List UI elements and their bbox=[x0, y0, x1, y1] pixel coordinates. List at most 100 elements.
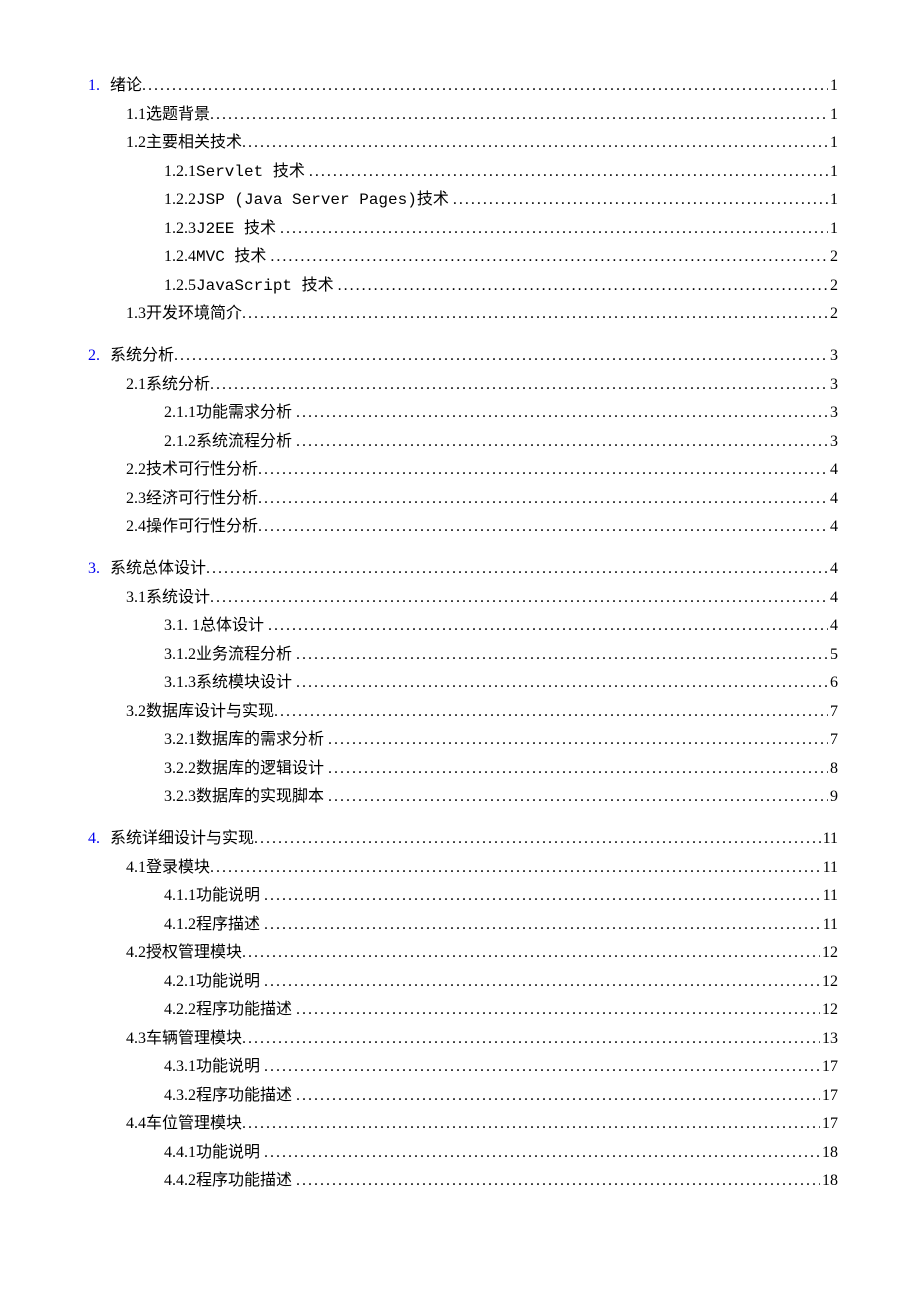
toc-entry-3-2-3[interactable]: 3.2.3数据库的实现脚本 9 bbox=[88, 785, 838, 809]
toc-page-number: 4 bbox=[828, 614, 838, 638]
toc-leader bbox=[264, 970, 820, 994]
toc-number: 3.2.3 bbox=[164, 785, 196, 809]
toc-title: 主要相关技术 bbox=[146, 131, 242, 155]
toc-leader bbox=[258, 458, 828, 482]
toc-entry-1[interactable]: 1.绪论1 bbox=[88, 74, 838, 98]
toc-leader bbox=[242, 941, 820, 965]
toc-entry-4-1-2[interactable]: 4.1.2程序描述11 bbox=[88, 913, 838, 937]
toc-title: 开发环境简介 bbox=[146, 302, 242, 326]
toc-entry-1-2-5[interactable]: 1.2.5JavaScript 技术 2 bbox=[88, 274, 838, 298]
toc-page-number: 17 bbox=[820, 1055, 838, 1079]
toc-leader bbox=[338, 274, 828, 298]
toc-title: 功能需求分析 bbox=[196, 401, 292, 425]
toc-entry-1-1[interactable]: 1.1选题背景1 bbox=[88, 103, 838, 127]
toc-page-number: 12 bbox=[820, 970, 838, 994]
toc-page-number: 4 bbox=[828, 487, 838, 511]
toc-entry-3-2[interactable]: 3.2数据库设计与实现 7 bbox=[88, 700, 838, 724]
toc-entry-2-3[interactable]: 2.3经济可行性分析4 bbox=[88, 487, 838, 511]
toc-leader bbox=[296, 998, 820, 1022]
toc-title: JSP (Java Server Pages)技术 bbox=[196, 188, 449, 212]
toc-leader bbox=[254, 827, 821, 851]
toc-number: 4.4.2 bbox=[164, 1169, 196, 1193]
toc-title: 系统总体设计 bbox=[110, 557, 206, 581]
toc-page-number: 9 bbox=[828, 785, 838, 809]
toc-entry-3-2-2[interactable]: 3.2.2数据库的逻辑设计8 bbox=[88, 757, 838, 781]
toc-number: 4.3.1 bbox=[164, 1055, 196, 1079]
table-of-contents: 1.绪论11.1选题背景11.2主要相关技术11.2.1Servlet 技术11… bbox=[88, 74, 838, 1193]
toc-number: 1.2.5 bbox=[164, 274, 196, 298]
toc-page-number: 5 bbox=[828, 643, 838, 667]
toc-page-number: 4 bbox=[828, 557, 838, 581]
toc-entry-4-3[interactable]: 4.3车辆管理模块13 bbox=[88, 1027, 838, 1051]
toc-entry-4-3-1[interactable]: 4.3.1功能说明17 bbox=[88, 1055, 838, 1079]
toc-entry-4-4-1[interactable]: 4.4.1功能说明18 bbox=[88, 1141, 838, 1165]
toc-entry-4-3-2[interactable]: 4.3.2程序功能描述17 bbox=[88, 1084, 838, 1108]
toc-entry-2-2[interactable]: 2.2技术可行性分析4 bbox=[88, 458, 838, 482]
toc-entry-2[interactable]: 2.系统分析3 bbox=[88, 344, 838, 368]
toc-page-number: 1 bbox=[828, 103, 838, 127]
toc-entry-3-2-1[interactable]: 3.2.1数据库的需求分析7 bbox=[88, 728, 838, 752]
toc-number: 4.1 bbox=[126, 856, 146, 880]
toc-leader bbox=[142, 74, 828, 98]
toc-number: 3.2.2 bbox=[164, 757, 196, 781]
toc-entry-4-4-2[interactable]: 4.4.2程序功能描述18 bbox=[88, 1169, 838, 1193]
toc-entry-1-2-4[interactable]: 1.2.4MVC 技术2 bbox=[88, 245, 838, 269]
toc-entry-4-2-2[interactable]: 4.2.2程序功能描述12 bbox=[88, 998, 838, 1022]
toc-number: 4.2.2 bbox=[164, 998, 196, 1022]
toc-page-number: 11 bbox=[821, 913, 838, 937]
toc-title: 数据库的实现脚本 bbox=[196, 785, 324, 809]
toc-leader bbox=[453, 188, 828, 212]
toc-number: 3.2 bbox=[126, 700, 146, 724]
toc-section-2: 2.系统分析32.1系统分析32.1.1功能需求分析32.1.2系统流程分析32… bbox=[88, 344, 838, 539]
toc-title: JavaScript 技术 bbox=[196, 274, 334, 298]
toc-number: 4.4 bbox=[126, 1112, 146, 1136]
toc-number: 3. bbox=[88, 557, 100, 581]
toc-page-number: 2 bbox=[828, 274, 838, 298]
toc-section-4: 4.系统详细设计与实现11 4.1登录模块11 4.1.1功能说明11 4.1.2程序… bbox=[88, 827, 838, 1193]
toc-entry-1-2-3[interactable]: 1.2.3J2EE 技术1 bbox=[88, 217, 838, 241]
toc-page-number: 4 bbox=[828, 515, 838, 539]
toc-number: 2.1 bbox=[126, 373, 146, 397]
toc-entry-3-1[interactable]: 3.1系统设计4 bbox=[88, 586, 838, 610]
toc-leader bbox=[242, 1112, 820, 1136]
toc-entry-4-1[interactable]: 4.1登录模块11 bbox=[88, 856, 838, 880]
toc-entry-4-2-1[interactable]: 4.2.1功能说明12 bbox=[88, 970, 838, 994]
toc-page-number: 2 bbox=[828, 245, 838, 269]
toc-entry-2-4[interactable]: 2.4操作可行性分析4 bbox=[88, 515, 838, 539]
toc-leader bbox=[296, 430, 828, 454]
toc-number: 2.3 bbox=[126, 487, 146, 511]
toc-page-number: 18 bbox=[820, 1169, 838, 1193]
toc-page-number: 3 bbox=[828, 344, 838, 368]
toc-entry-2-1-1[interactable]: 2.1.1功能需求分析3 bbox=[88, 401, 838, 425]
toc-entry-4-1-1[interactable]: 4.1.1功能说明11 bbox=[88, 884, 838, 908]
toc-number: 1.2.2 bbox=[164, 188, 196, 212]
toc-section-3: 3. 系统总体设计 4 3.1系统设计4 3.1. 1总体设计4 3.1.2业务流程分析5… bbox=[88, 557, 838, 809]
toc-entry-3-1-1[interactable]: 3.1. 1总体设计4 bbox=[88, 614, 838, 638]
toc-page-number: 1 bbox=[828, 131, 838, 155]
toc-entry-1-3[interactable]: 1.3开发环境简介2 bbox=[88, 302, 838, 326]
toc-leader bbox=[258, 515, 828, 539]
toc-entry-4-2[interactable]: 4.2授权管理模块12 bbox=[88, 941, 838, 965]
toc-number: 3.1. 1 bbox=[164, 614, 200, 638]
toc-number: 2.1.2 bbox=[164, 430, 196, 454]
toc-entry-3-1-3[interactable]: 3.1.3系统模块设计6 bbox=[88, 671, 838, 695]
toc-page-number: 7 bbox=[828, 728, 838, 752]
toc-entry-1-2-1[interactable]: 1.2.1Servlet 技术1 bbox=[88, 160, 838, 184]
toc-title: 系统详细设计与实现 bbox=[110, 827, 254, 851]
toc-title: 数据库设计与实现 bbox=[146, 700, 274, 724]
toc-entry-1-2[interactable]: 1.2主要相关技术1 bbox=[88, 131, 838, 155]
toc-entry-1-2-2[interactable]: 1.2.2JSP (Java Server Pages)技术1 bbox=[88, 188, 838, 212]
toc-entry-2-1[interactable]: 2.1系统分析3 bbox=[88, 373, 838, 397]
toc-number: 4.3.2 bbox=[164, 1084, 196, 1108]
toc-title: Servlet 技术 bbox=[196, 160, 305, 184]
toc-leader bbox=[270, 245, 828, 269]
toc-title: 系统流程分析 bbox=[196, 430, 292, 454]
toc-entry-4-4[interactable]: 4.4车位管理模块17 bbox=[88, 1112, 838, 1136]
toc-entry-3[interactable]: 3. 系统总体设计 4 bbox=[88, 557, 838, 581]
toc-number: 1.2.3 bbox=[164, 217, 196, 241]
toc-entry-2-1-2[interactable]: 2.1.2系统流程分析3 bbox=[88, 430, 838, 454]
toc-number: 2.4 bbox=[126, 515, 146, 539]
toc-entry-3-1-2[interactable]: 3.1.2业务流程分析5 bbox=[88, 643, 838, 667]
toc-page-number: 7 bbox=[828, 700, 838, 724]
toc-entry-4[interactable]: 4.系统详细设计与实现11 bbox=[88, 827, 838, 851]
